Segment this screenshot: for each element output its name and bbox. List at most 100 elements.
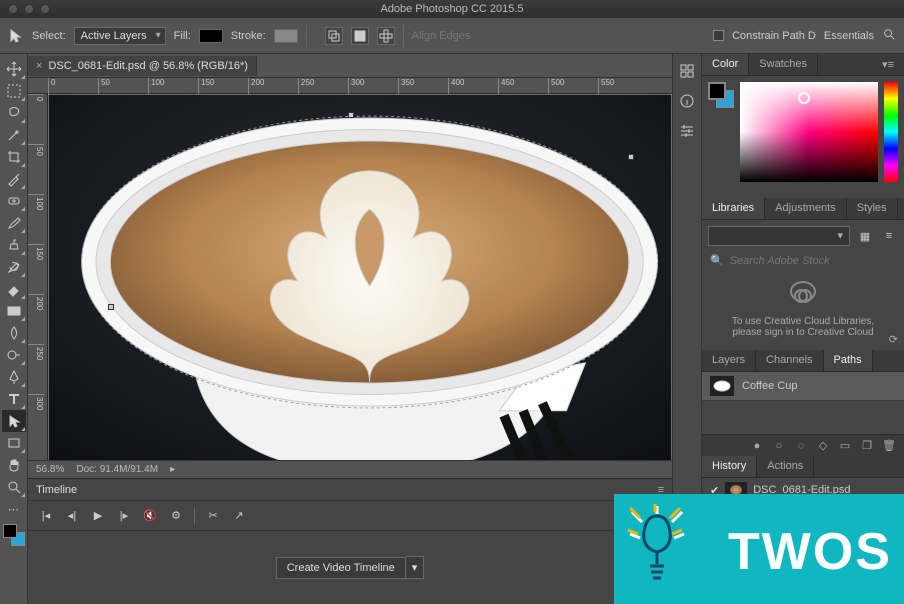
timeline-tab[interactable]: Timeline — [36, 484, 77, 496]
path-selection-tool[interactable] — [2, 410, 26, 432]
workspace-switcher[interactable]: Essentials — [824, 30, 874, 42]
doc-info[interactable]: Doc: 91.4M/91.4M — [76, 464, 158, 475]
make-work-path-icon[interactable]: ◇ — [816, 439, 830, 453]
path-arrangement-icon[interactable] — [377, 27, 395, 45]
close-document-icon[interactable]: × — [36, 60, 42, 72]
fill-label: Fill: — [174, 30, 191, 42]
timeline-settings-icon[interactable]: ⚙ — [168, 508, 184, 524]
document-tab[interactable]: × DSC_0681-Edit.psd @ 56.8% (RGB/16*) — [28, 56, 257, 76]
stroke-path-icon[interactable]: ○ — [772, 439, 786, 453]
mute-icon[interactable]: 🔇 — [142, 508, 158, 524]
tab-swatches[interactable]: Swatches — [749, 54, 818, 75]
tab-paths[interactable]: Paths — [824, 350, 873, 371]
collapsed-panel-a-icon[interactable] — [676, 60, 698, 82]
path-thumbnail — [710, 376, 734, 396]
eraser-tool[interactable] — [2, 278, 26, 300]
blur-tool[interactable] — [2, 322, 26, 344]
tab-adjustments[interactable]: Adjustments — [765, 198, 847, 219]
zoom-tool[interactable] — [2, 476, 26, 498]
properties-panel-icon[interactable] — [676, 120, 698, 142]
timeline-controls: |◂ ◂| ▶ |▸ 🔇 ⚙ ✂ ↗ — [28, 501, 672, 531]
new-path-icon[interactable]: ❐ — [860, 439, 874, 453]
path-ops-group — [325, 27, 395, 45]
status-bar: 56.8% Doc: 91.4M/91.4M ▸ — [28, 460, 672, 478]
tab-color[interactable]: Color — [702, 54, 749, 75]
color-spectrum[interactable] — [740, 82, 878, 182]
edit-toolbar-button[interactable]: ⋯ — [2, 498, 26, 520]
marquee-tool[interactable] — [2, 80, 26, 102]
next-frame-icon[interactable]: |▸ — [116, 508, 132, 524]
constrain-checkbox[interactable] — [713, 30, 724, 41]
status-arrow-icon[interactable]: ▸ — [170, 464, 175, 475]
split-icon[interactable]: ✂ — [205, 508, 221, 524]
fg-color-icon[interactable] — [708, 82, 726, 100]
foreground-color-swatch[interactable] — [3, 524, 17, 538]
library-grid-view-icon[interactable]: ▦ — [856, 227, 874, 245]
tab-layers[interactable]: Layers — [702, 350, 756, 371]
zoom-level[interactable]: 56.8% — [36, 464, 64, 475]
tab-channels[interactable]: Channels — [756, 350, 823, 371]
sync-icon[interactable]: ⟳ — [889, 333, 898, 346]
play-icon[interactable]: ▶ — [90, 508, 106, 524]
load-selection-icon[interactable]: ◌ — [794, 439, 808, 453]
create-timeline-dropdown[interactable]: ▾ — [406, 556, 425, 579]
close-window-button[interactable] — [8, 4, 18, 14]
path-alignment-icon[interactable] — [351, 27, 369, 45]
transition-icon[interactable]: ↗ — [231, 508, 247, 524]
select-mode-dropdown[interactable]: Active Layers — [74, 27, 166, 45]
move-tool[interactable] — [2, 58, 26, 80]
zoom-window-button[interactable] — [40, 4, 50, 14]
info-panel-icon[interactable] — [676, 90, 698, 112]
brush-tool[interactable] — [2, 212, 26, 234]
canvas[interactable] — [48, 94, 672, 460]
history-brush-tool[interactable] — [2, 256, 26, 278]
dodge-tool[interactable] — [2, 344, 26, 366]
ruler-vertical[interactable]: 050100150200250300 — [28, 94, 48, 460]
path-item[interactable]: Coffee Cup — [702, 372, 904, 401]
paths-panel: Coffee Cup — [702, 372, 904, 434]
library-search[interactable]: 🔍 Search Adobe Stock — [708, 252, 898, 269]
eyedropper-tool[interactable] — [2, 168, 26, 190]
tab-actions[interactable]: Actions — [757, 456, 814, 477]
tab-libraries[interactable]: Libraries — [702, 198, 765, 219]
stroke-swatch[interactable] — [274, 29, 298, 43]
library-list-view-icon[interactable]: ≡ — [880, 227, 898, 245]
transform-handle[interactable] — [108, 304, 114, 310]
stroke-label: Stroke: — [231, 30, 266, 42]
add-mask-icon[interactable]: ▭ — [838, 439, 852, 453]
go-to-first-frame-icon[interactable]: |◂ — [38, 508, 54, 524]
color-panel-menu-icon[interactable]: ▾≡ — [872, 54, 904, 75]
hue-slider[interactable] — [884, 82, 898, 182]
path-operations-icon[interactable] — [325, 27, 343, 45]
library-select-dropdown[interactable] — [708, 226, 850, 246]
type-tool[interactable] — [2, 388, 26, 410]
fill-path-icon[interactable]: ● — [750, 439, 764, 453]
prev-frame-icon[interactable]: ◂| — [64, 508, 80, 524]
transform-handle[interactable] — [348, 112, 354, 118]
transform-handle[interactable] — [628, 154, 634, 160]
lasso-tool[interactable] — [2, 102, 26, 124]
create-video-timeline-button[interactable]: Create Video Timeline — [276, 557, 406, 579]
healing-brush-tool[interactable] — [2, 190, 26, 212]
gradient-tool[interactable] — [2, 300, 26, 322]
color-panel-fgbg[interactable] — [708, 82, 734, 108]
tab-history[interactable]: History — [702, 456, 757, 477]
ruler-horizontal[interactable]: 050100150200250300350400450500550 — [28, 78, 672, 94]
creative-cloud-icon — [790, 281, 816, 302]
search-icon[interactable] — [882, 27, 896, 44]
minimize-window-button[interactable] — [24, 4, 34, 14]
pen-tool[interactable] — [2, 366, 26, 388]
hand-tool[interactable] — [2, 454, 26, 476]
foreground-background-colors[interactable] — [3, 524, 25, 546]
crop-tool[interactable] — [2, 146, 26, 168]
separator — [306, 25, 307, 47]
delete-path-icon[interactable]: 🗑 — [882, 439, 896, 453]
rectangle-tool[interactable] — [2, 432, 26, 454]
separator — [403, 25, 404, 47]
titlebar: Adobe Photoshop CC 2015.5 — [0, 0, 904, 18]
magic-wand-tool[interactable] — [2, 124, 26, 146]
fill-swatch[interactable] — [199, 29, 223, 43]
clone-stamp-tool[interactable] — [2, 234, 26, 256]
document-area: × DSC_0681-Edit.psd @ 56.8% (RGB/16*) 05… — [28, 54, 672, 604]
tab-styles[interactable]: Styles — [847, 198, 898, 219]
